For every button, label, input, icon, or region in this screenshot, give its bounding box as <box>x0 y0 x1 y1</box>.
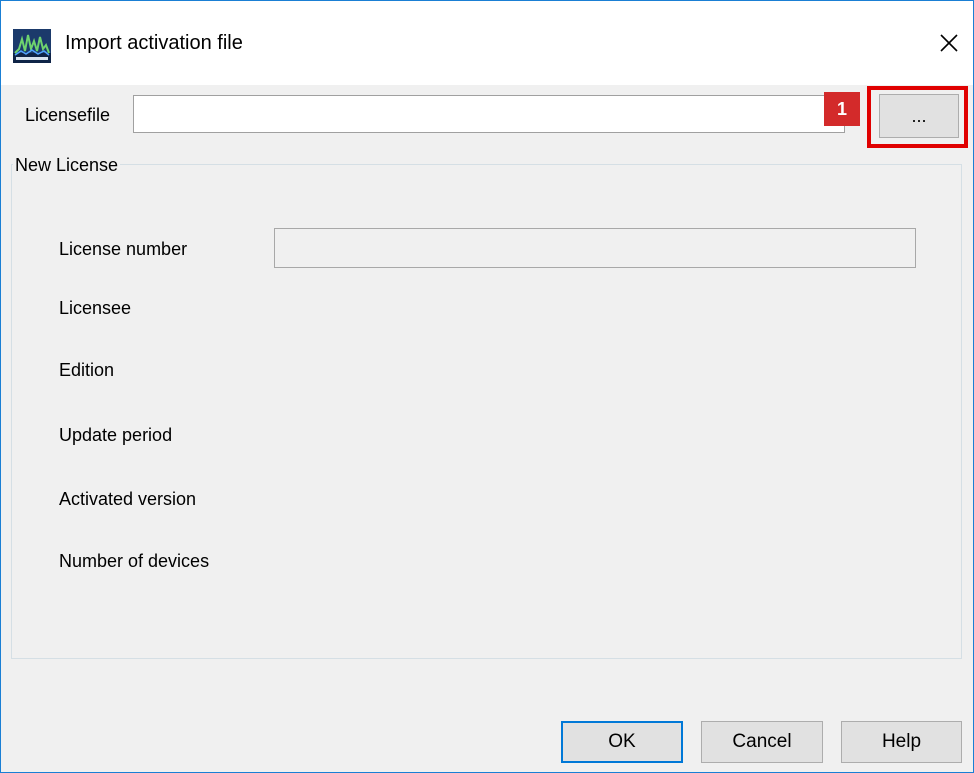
licensee-label: Licensee <box>59 298 132 318</box>
update-period-label: Update period <box>59 425 173 445</box>
cancel-button[interactable]: Cancel <box>701 721 823 763</box>
number-of-devices-label: Number of devices <box>59 551 210 571</box>
activated-version-label: Activated version <box>59 489 197 509</box>
annotation-badge: 1 <box>824 92 860 126</box>
licensefile-label: Licensefile <box>25 105 111 125</box>
ok-button[interactable]: OK <box>561 721 683 763</box>
licensefile-input[interactable] <box>133 95 845 133</box>
license-number-label: License number <box>59 239 188 259</box>
license-number-field <box>274 228 916 268</box>
new-license-group-label: New License <box>13 154 121 176</box>
edition-label: Edition <box>59 360 115 380</box>
import-activation-dialog: Import activation file Licensefile 1 ...… <box>0 0 974 773</box>
close-icon <box>940 34 958 52</box>
dialog-title: Import activation file <box>65 32 243 54</box>
title-bar: Import activation file <box>1 1 973 85</box>
browse-button[interactable]: ... <box>879 94 959 138</box>
spectrum-analyzer-app-icon <box>13 29 51 63</box>
close-button[interactable] <box>927 21 971 65</box>
help-button[interactable]: Help <box>841 721 962 763</box>
